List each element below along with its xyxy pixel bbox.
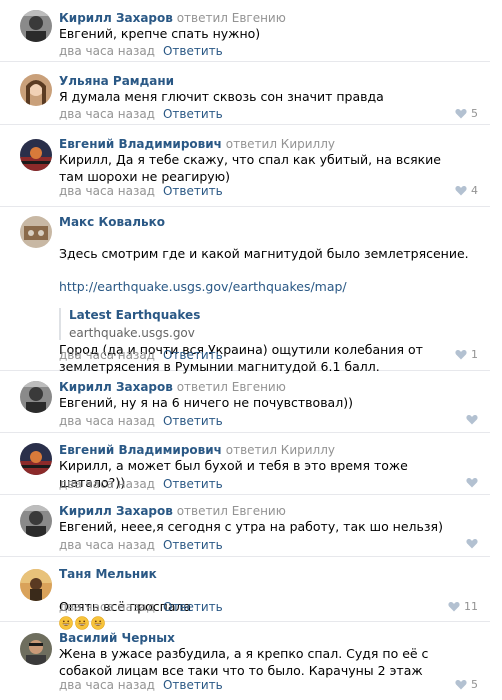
avatar[interactable] xyxy=(20,633,52,665)
like-count: 1 xyxy=(471,348,478,361)
heart-icon xyxy=(455,109,467,119)
comment-text: Я думала меня глючит сквозь сон значит п… xyxy=(59,89,384,104)
like-count: 5 xyxy=(471,678,478,691)
comment: Василий Черных Жена в ужасе разбудила, а… xyxy=(0,622,490,700)
comment: Евгений Владимирович ответил Кириллу Кир… xyxy=(0,433,490,495)
comment-text-line: Здесь смотрим где и какой магнитудой был… xyxy=(59,245,469,261)
avatar[interactable] xyxy=(20,216,52,248)
avatar[interactable] xyxy=(20,139,52,171)
comment-date[interactable]: два часа назад xyxy=(59,477,155,491)
reply-button[interactable]: Ответить xyxy=(163,107,223,121)
avatar[interactable] xyxy=(20,381,52,413)
reply-button[interactable]: Ответить xyxy=(163,600,223,614)
heart-icon xyxy=(448,602,460,612)
avatar[interactable] xyxy=(20,74,52,106)
comment-author[interactable]: Кирилл Захаров xyxy=(59,11,173,25)
comment-link[interactable]: http://earthquake.usgs.gov/earthquakes/m… xyxy=(59,279,469,296)
replied-to[interactable]: ответил Евгению xyxy=(177,380,286,394)
comment: Кирилл Захаров ответил Евгению Евгений, … xyxy=(0,0,490,62)
heart-icon xyxy=(455,680,467,690)
heart-icon xyxy=(455,350,467,360)
replied-to[interactable]: ответил Евгению xyxy=(177,11,286,25)
comment-date[interactable]: два часа назад xyxy=(59,107,155,121)
comment: Ульяна Рамдани Я думала меня глючит скво… xyxy=(0,62,490,125)
like-button[interactable] xyxy=(466,538,478,549)
comment: Кирилл Захаров ответил Евгению Евгений, … xyxy=(0,495,490,557)
comments-feed: Кирилл Захаров ответил Евгению Евгений, … xyxy=(0,0,502,700)
replied-to[interactable]: ответил Кириллу xyxy=(226,443,335,457)
like-button[interactable]: 5 xyxy=(455,107,478,120)
comment-date[interactable]: два часа назад xyxy=(59,44,155,58)
like-button[interactable] xyxy=(466,477,478,488)
avatar[interactable] xyxy=(20,443,52,475)
snippet-domain: earthquake.usgs.gov xyxy=(69,326,195,340)
reply-button[interactable]: Ответить xyxy=(163,678,223,692)
reply-button[interactable]: Ответить xyxy=(163,184,223,198)
comment-author[interactable]: Макс Ковалько xyxy=(59,215,165,229)
comment-text: Жена в ужасе разбудила, а я крепко спал.… xyxy=(59,646,429,678)
like-count: 11 xyxy=(464,600,478,613)
comment-author[interactable]: Евгений Владимирович xyxy=(59,443,222,457)
like-count: 4 xyxy=(471,184,478,197)
comment-date[interactable]: два часа назад xyxy=(59,678,155,692)
like-button[interactable] xyxy=(466,414,478,425)
comment-author[interactable]: Василий Черных xyxy=(59,631,175,645)
replied-to[interactable]: ответил Кириллу xyxy=(226,137,335,151)
reply-button[interactable]: Ответить xyxy=(163,414,223,428)
comment-date[interactable]: два часа назад xyxy=(59,600,155,614)
avatar[interactable] xyxy=(20,505,52,537)
comment-author[interactable]: Кирилл Захаров xyxy=(59,504,173,518)
like-count: 5 xyxy=(471,107,478,120)
reply-button[interactable]: Ответить xyxy=(163,477,223,491)
comment-date[interactable]: два часа назад xyxy=(59,538,155,552)
comment: Макс Ковалько Здесь смотрим где и какой … xyxy=(0,207,490,374)
reply-button[interactable]: Ответить xyxy=(163,348,223,362)
comment: Евгений Владимирович ответил Кириллу Кир… xyxy=(0,125,490,207)
comment-author[interactable]: Ульяна Рамдани xyxy=(59,74,174,88)
avatar[interactable] xyxy=(20,10,52,42)
like-button[interactable]: 11 xyxy=(448,600,478,613)
comment-text: Евгений, неее,я сегодня с утра на работу… xyxy=(59,519,443,534)
comment: Таня Мельник Опять всё проспала два часа… xyxy=(0,557,490,630)
reply-button[interactable]: Ответить xyxy=(163,538,223,552)
comment-date[interactable]: два часа назад xyxy=(59,348,155,362)
like-button[interactable]: 1 xyxy=(455,348,478,361)
comment-date[interactable]: два часа назад xyxy=(59,414,155,428)
comment-author[interactable]: Евгений Владимирович xyxy=(59,137,222,151)
heart-icon xyxy=(466,478,478,488)
comment-date[interactable]: два часа назад xyxy=(59,184,155,198)
heart-icon xyxy=(466,415,478,425)
replied-to[interactable]: ответил Евгению xyxy=(177,504,286,518)
comment-text: Кирилл, Да я тебе скажу, что спал как уб… xyxy=(59,152,441,184)
like-button[interactable]: 4 xyxy=(455,184,478,197)
reply-button[interactable]: Ответить xyxy=(163,44,223,58)
snippet-title[interactable]: Latest Earthquakes xyxy=(69,308,200,322)
comment-author[interactable]: Таня Мельник xyxy=(59,567,157,581)
heart-icon xyxy=(466,539,478,549)
comment-text: Евгений, крепче спать нужно) xyxy=(59,26,261,41)
comment-author[interactable]: Кирилл Захаров xyxy=(59,380,173,394)
avatar[interactable] xyxy=(20,569,52,601)
comment-text: Евгений, ну я на 6 ничего не почувствова… xyxy=(59,395,353,410)
link-snippet[interactable]: Latest Earthquakes earthquake.usgs.gov xyxy=(59,308,200,340)
comment: Кирилл Захаров ответил Евгению Евгений, … xyxy=(0,371,490,433)
heart-icon xyxy=(455,186,467,196)
like-button[interactable]: 5 xyxy=(455,678,478,691)
